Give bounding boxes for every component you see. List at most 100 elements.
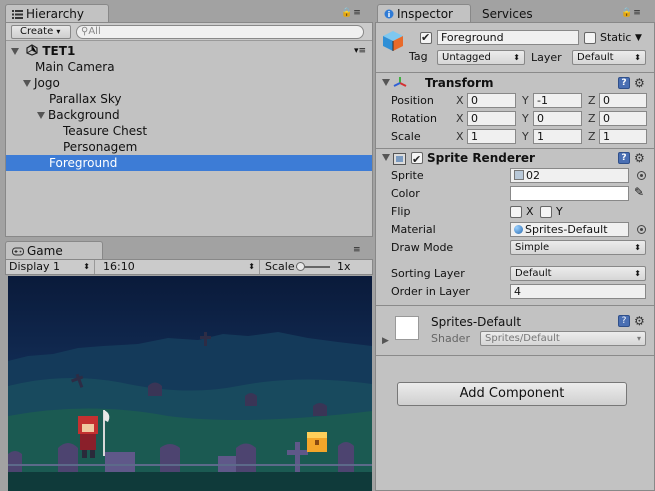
chevron-updown-icon: ⬍ xyxy=(634,269,641,278)
hierarchy-item-teasure-chest[interactable]: Teasure Chest xyxy=(6,123,372,139)
sorting-layer-dropdown[interactable]: Default ⬍ xyxy=(510,266,646,281)
tab-services-label: Services xyxy=(482,7,533,21)
tab-inspector[interactable]: Inspector xyxy=(377,4,471,22)
create-button[interactable]: Create ▾ xyxy=(11,25,71,39)
tab-game[interactable]: Game xyxy=(5,241,103,259)
rotation-x-value: 0 xyxy=(471,112,478,125)
chevron-updown-icon: ⬍ xyxy=(634,53,641,62)
fold-arrow-icon[interactable] xyxy=(23,80,31,87)
fold-arrow-icon[interactable] xyxy=(37,112,45,119)
order-in-layer-label: Order in Layer xyxy=(391,285,470,298)
game-viewport[interactable] xyxy=(8,276,372,491)
material-field[interactable]: Sprites-Default xyxy=(510,222,629,237)
aspect-select-value: 16:10 xyxy=(103,260,135,273)
hierarchy-item-foreground[interactable]: Foreground xyxy=(6,155,372,171)
scale-z-field[interactable]: 1 xyxy=(599,129,647,144)
chevron-updown-icon: ⬍ xyxy=(634,243,641,252)
sprite-field[interactable]: 02 xyxy=(510,168,629,183)
unity-scene-icon xyxy=(26,44,38,56)
tab-hierarchy-label: Hierarchy xyxy=(26,7,85,21)
fold-arrow-icon[interactable] xyxy=(382,154,390,161)
hierarchy-item-background[interactable]: Background xyxy=(6,107,372,123)
add-component-button[interactable]: Add Component xyxy=(397,382,627,406)
object-picker-icon[interactable] xyxy=(637,225,646,234)
game-controller-icon xyxy=(12,245,24,259)
position-y-field[interactable]: -1 xyxy=(533,93,582,108)
material-label: Material xyxy=(391,223,436,236)
transform-axes-icon xyxy=(393,76,407,95)
panel-menu-icon[interactable]: ≡ xyxy=(353,245,362,255)
rotation-z-value: 0 xyxy=(603,112,610,125)
tag-dropdown[interactable]: Untagged ⬍ xyxy=(437,50,525,65)
static-checkbox[interactable] xyxy=(584,32,596,44)
tag-label: Tag xyxy=(409,50,428,63)
tab-hierarchy[interactable]: Hierarchy xyxy=(5,4,109,22)
hierarchy-item-label: Background xyxy=(48,108,120,122)
expand-arrow-icon[interactable]: ▶ xyxy=(382,336,389,346)
rotation-z-field[interactable]: 0 xyxy=(599,111,647,126)
gear-icon[interactable]: ⚙ xyxy=(634,315,645,327)
scene-row[interactable]: TET1 ▾≡ xyxy=(6,43,372,59)
divider xyxy=(376,72,654,73)
object-picker-icon[interactable] xyxy=(637,171,646,180)
order-in-layer-field[interactable]: 4 xyxy=(510,284,646,299)
color-label: Color xyxy=(391,187,420,200)
graveyard-scene xyxy=(8,276,372,491)
aspect-select[interactable]: 16:10 ⬍ xyxy=(100,260,260,274)
hierarchy-item-jogo[interactable]: Jogo xyxy=(6,75,372,91)
help-icon[interactable]: ? xyxy=(618,77,630,89)
panel-menu-icon[interactable]: 🔒≡ xyxy=(621,8,642,18)
draw-mode-dropdown[interactable]: Simple ⬍ xyxy=(510,240,646,255)
game-panel: Game ≡ Display 1 ⬍ 16:10 ⬍ Scale 1x xyxy=(5,241,373,491)
hierarchy-item-main-camera[interactable]: Main Camera xyxy=(6,59,372,75)
position-y-value: -1 xyxy=(537,94,548,107)
flip-x-checkbox[interactable] xyxy=(510,206,522,218)
shader-value: Sprites/Default xyxy=(485,333,560,344)
tag-value: Untagged xyxy=(442,52,491,63)
transform-header[interactable]: Transform ? ⚙ xyxy=(376,74,654,92)
sprite-renderer-title: Sprite Renderer xyxy=(427,151,535,165)
scene-menu-icon[interactable]: ▾≡ xyxy=(354,43,366,59)
scale-x-field[interactable]: 1 xyxy=(467,129,516,144)
static-dropdown-icon[interactable]: ▼ xyxy=(635,31,642,45)
help-icon[interactable]: ? xyxy=(618,315,630,327)
order-in-layer-value: 4 xyxy=(514,285,521,298)
help-icon[interactable]: ? xyxy=(618,152,630,164)
scale-y-field[interactable]: 1 xyxy=(533,129,582,144)
scale-y-value: 1 xyxy=(537,130,544,143)
layer-dropdown[interactable]: Default ⬍ xyxy=(572,50,646,65)
hierarchy-body: Create ▾ ⚲All TET1 ▾≡ Main Camera Jogo P… xyxy=(5,22,373,237)
color-swatch[interactable] xyxy=(510,186,629,201)
object-name-field[interactable]: Foreground xyxy=(437,30,579,45)
display-select[interactable]: Display 1 ⬍ xyxy=(6,260,95,274)
hierarchy-item-personagem[interactable]: Personagem xyxy=(6,139,372,155)
search-input[interactable]: ⚲All xyxy=(76,25,364,39)
rotation-y-field[interactable]: 0 xyxy=(533,111,582,126)
sprite-renderer-enabled-checkbox[interactable] xyxy=(411,151,423,169)
gear-icon[interactable]: ⚙ xyxy=(634,152,645,164)
flip-y-checkbox[interactable] xyxy=(540,206,552,218)
fold-arrow-icon[interactable] xyxy=(11,48,19,55)
tab-services[interactable]: Services xyxy=(475,4,545,22)
fold-arrow-icon[interactable] xyxy=(382,79,390,86)
position-z-value: 0 xyxy=(603,94,610,107)
hierarchy-item-parallax-sky[interactable]: Parallax Sky xyxy=(6,91,372,107)
material-sphere-icon xyxy=(514,225,523,234)
panel-menu-icon[interactable]: 🔒≡ xyxy=(341,8,362,18)
gear-icon[interactable]: ⚙ xyxy=(634,77,645,89)
divider xyxy=(376,305,654,306)
scale-z-value: 1 xyxy=(603,130,610,143)
scale-label: Scale xyxy=(391,130,421,143)
rotation-label: Rotation xyxy=(391,112,438,125)
shader-dropdown[interactable]: Sprites/Default ▾ xyxy=(480,331,646,346)
eyedropper-icon[interactable]: ✎ xyxy=(634,185,644,199)
scale-slider-thumb[interactable] xyxy=(296,262,305,271)
rotation-x-field[interactable]: 0 xyxy=(467,111,516,126)
position-x-field[interactable]: 0 xyxy=(467,93,516,108)
hierarchy-item-label: Main Camera xyxy=(35,60,115,74)
sprite-renderer-header[interactable]: Sprite Renderer ? ⚙ xyxy=(376,149,654,169)
position-z-field[interactable]: 0 xyxy=(599,93,647,108)
layer-value: Default xyxy=(577,52,614,63)
tab-game-label: Game xyxy=(27,244,63,258)
active-checkbox[interactable] xyxy=(420,31,432,44)
